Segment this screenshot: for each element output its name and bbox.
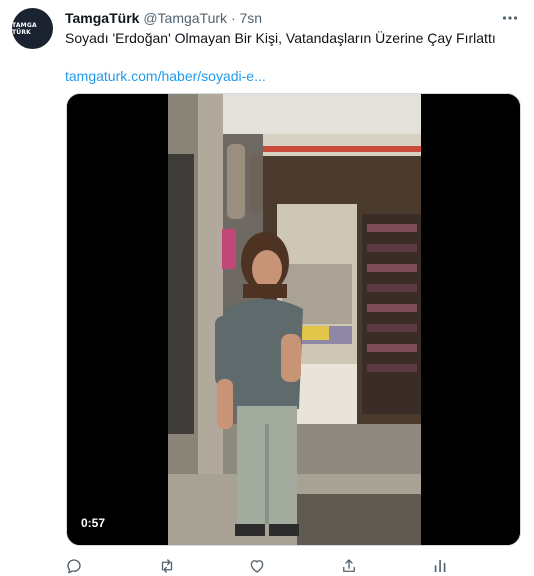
tweet[interactable]: TAMGA TÜRK TamgaTürk @TamgaTurk · 7sn So… bbox=[0, 0, 534, 575]
retweet-icon bbox=[161, 559, 173, 573]
tweet-link[interactable]: tamgaturk.com/haber/soyadi-e... bbox=[65, 67, 266, 85]
like-button[interactable] bbox=[245, 556, 269, 576]
tweet-header: TamgaTürk @TamgaTurk · 7sn bbox=[65, 9, 262, 27]
tweet-timestamp[interactable]: 7sn bbox=[240, 10, 263, 26]
heart-icon bbox=[250, 560, 264, 573]
tweet-actions bbox=[60, 556, 460, 576]
display-name[interactable]: TamgaTürk bbox=[65, 10, 139, 26]
retweet-button[interactable] bbox=[155, 556, 179, 576]
reply-icon bbox=[67, 559, 81, 574]
share-button[interactable] bbox=[337, 556, 361, 576]
reply-button[interactable] bbox=[62, 556, 86, 576]
separator-dot: · bbox=[230, 10, 236, 26]
analytics-icon bbox=[434, 560, 446, 572]
avatar-label: TAMGA TÜRK bbox=[12, 21, 37, 36]
video-duration: 0:57 bbox=[76, 514, 111, 532]
user-handle[interactable]: @TamgaTurk bbox=[143, 10, 227, 26]
tweet-text: Soyadı 'Erdoğan' Olmayan Bir Kişi, Vatan… bbox=[65, 30, 496, 46]
more-options-button[interactable] bbox=[500, 8, 520, 28]
share-icon bbox=[343, 559, 355, 572]
more-horizontal-icon bbox=[502, 16, 518, 20]
analytics-button[interactable] bbox=[428, 556, 452, 576]
video-player[interactable] bbox=[66, 93, 521, 546]
avatar[interactable]: TAMGA TÜRK bbox=[12, 8, 53, 49]
video-thumbnail bbox=[67, 94, 520, 545]
